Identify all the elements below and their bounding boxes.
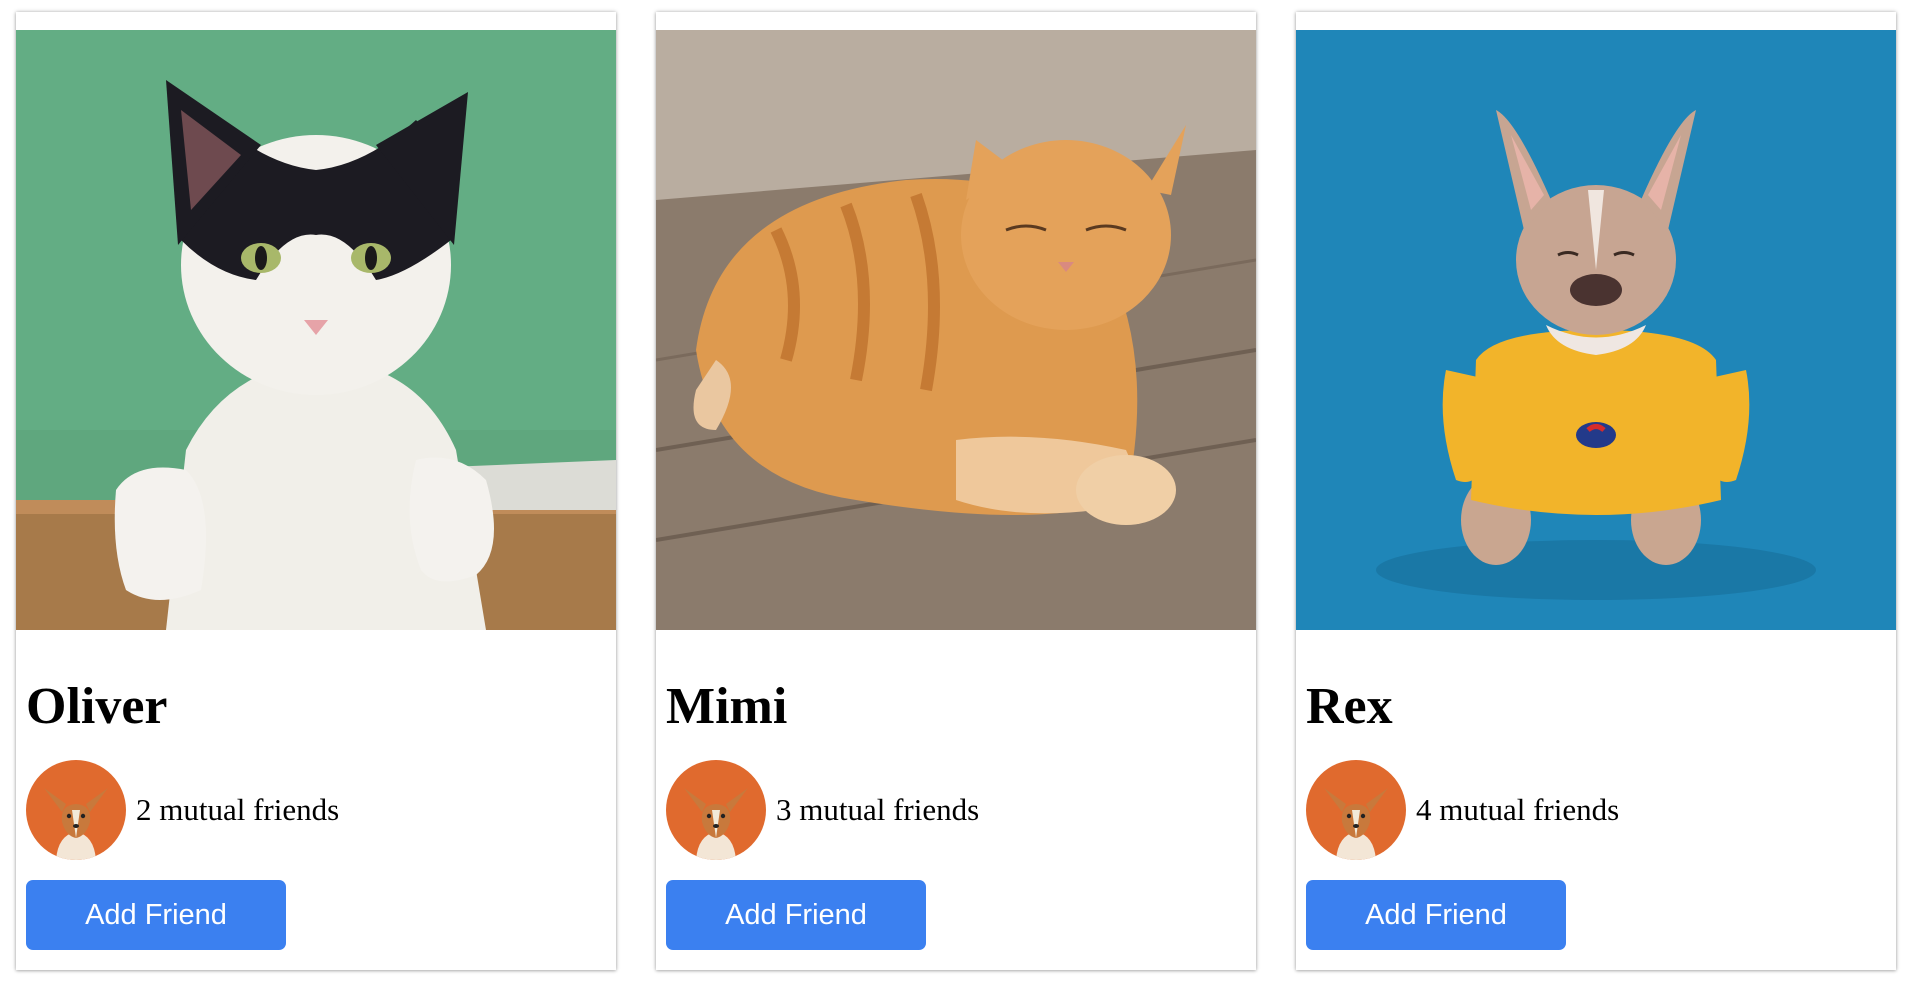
black-white-cat-photo [16,30,616,630]
mutual-friends-row: 2 mutual friends [26,760,339,860]
corgi-puppy-avatar [666,760,766,860]
orange-tabby-cat-photo [656,30,1256,630]
add-friend-button[interactable]: Add Friend [666,880,926,950]
corgi-puppy-avatar [1306,760,1406,860]
mutual-friends-row: 3 mutual friends [666,760,979,860]
corgi-puppy-avatar [26,760,126,860]
add-friend-button[interactable]: Add Friend [1306,880,1566,950]
friend-name: Mimi [666,678,788,735]
friend-card: Mimi 3 mutual friends Add Friend [656,12,1256,970]
friend-name: Rex [1306,678,1393,735]
add-friend-button[interactable]: Add Friend [26,880,286,950]
friend-name: Oliver [26,678,168,735]
friend-card: Rex 4 mutual friends Add Friend [1296,12,1896,970]
mutual-friends-count: 4 mutual friends [1416,792,1620,827]
french-bulldog-photo [1296,30,1896,630]
mutual-friends-count: 2 mutual friends [136,792,340,827]
mutual-friends-count: 3 mutual friends [776,792,980,827]
friend-suggestions-grid: Oliver 2 mutual friends Add Friend Mimi … [16,12,1896,970]
mutual-friends-row: 4 mutual friends [1306,760,1619,860]
friend-card: Oliver 2 mutual friends Add Friend [16,12,616,970]
